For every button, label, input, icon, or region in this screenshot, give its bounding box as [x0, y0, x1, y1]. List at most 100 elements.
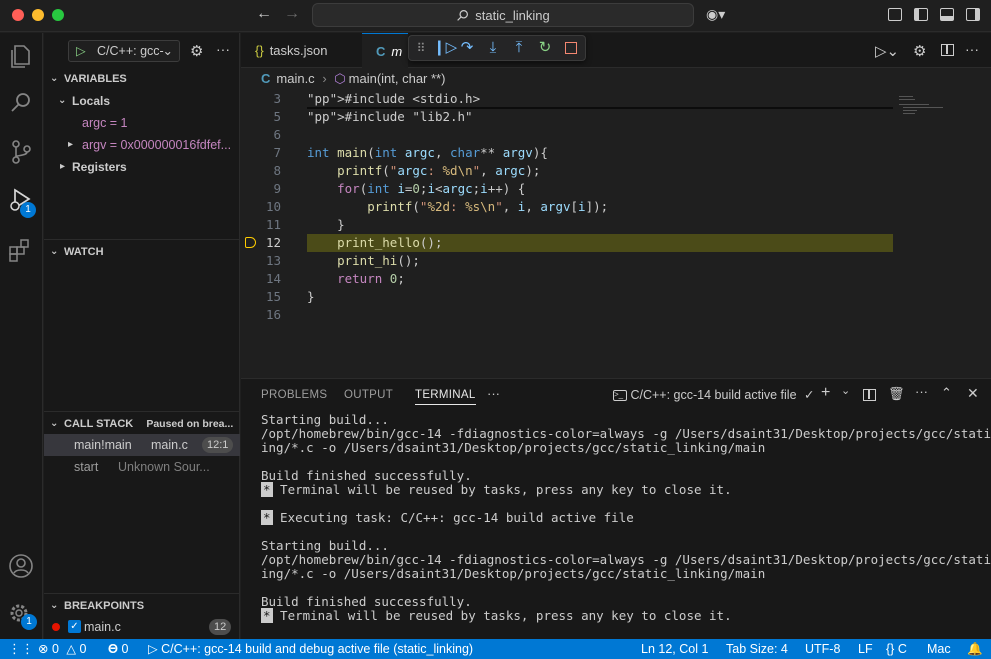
- minimap[interactable]: [895, 92, 943, 122]
- manage-gear-icon[interactable]: 1: [6, 598, 37, 630]
- breakpoint-checkbox[interactable]: ✓: [68, 620, 81, 633]
- frame-name: start: [74, 460, 99, 474]
- callstack-section-header[interactable]: ⌄ CALL STACK Paused on brea...: [44, 413, 240, 435]
- code-line[interactable]: 12 print_hello();: [245, 234, 893, 252]
- code-line[interactable]: 5 "pp">#include "lib2.h": [241, 108, 893, 126]
- split-terminal-icon[interactable]: [863, 389, 876, 401]
- forward-arrow-icon[interactable]: →: [284, 5, 300, 23]
- chevron-down-icon[interactable]: ⌄: [841, 384, 850, 397]
- ports-status[interactable]: 𝚯 0: [108, 639, 128, 659]
- terminal-selector[interactable]: >_ C/C++: gcc-14 build active file ✓: [613, 387, 815, 402]
- step-into-icon[interactable]: ⤓: [485, 40, 501, 56]
- continue-icon[interactable]: ❙▷: [433, 40, 457, 56]
- more-tabs-icon[interactable]: ···: [487, 386, 500, 401]
- code-line[interactable]: 6: [241, 126, 893, 144]
- line-ending[interactable]: LF: [858, 639, 873, 659]
- platform[interactable]: Mac: [927, 639, 951, 659]
- source-control-icon[interactable]: [6, 137, 36, 167]
- stack-frame[interactable]: main!main main.c 12:1: [44, 434, 240, 456]
- more-actions-icon[interactable]: ···: [915, 384, 928, 399]
- code-line[interactable]: 11 }: [241, 216, 893, 234]
- explorer-icon[interactable]: [6, 41, 36, 71]
- terminal-name: C/C++: gcc-14 build active file: [630, 388, 797, 402]
- new-terminal-icon[interactable]: +: [821, 384, 830, 402]
- drag-handle-icon[interactable]: ⠿: [413, 40, 429, 56]
- breakpoints-section-header[interactable]: ⌄ BREAKPOINTS: [44, 595, 240, 617]
- stop-icon[interactable]: [565, 42, 577, 54]
- window-minimize-button[interactable]: [32, 9, 44, 21]
- divider: [44, 411, 240, 412]
- maximize-panel-icon[interactable]: ⌃: [941, 385, 952, 401]
- toggle-primary-sidebar-icon[interactable]: [914, 8, 928, 21]
- window-maximize-button[interactable]: [52, 9, 64, 21]
- code-editor[interactable]: 3 "pp">#include <stdio.h> 5 "pp">#include "…: [241, 90, 991, 377]
- registers-scope[interactable]: ▸ Registers: [44, 156, 240, 178]
- tab-size[interactable]: Tab Size: 4: [726, 639, 788, 659]
- line-number: 5: [273, 109, 281, 124]
- tab-terminal[interactable]: TERMINAL: [415, 389, 476, 405]
- divider: [44, 239, 240, 240]
- start-debugging-icon[interactable]: ▷: [76, 41, 86, 61]
- debug-settings-gear-icon[interactable]: ⚙: [190, 42, 203, 60]
- watch-section-header[interactable]: ⌄ WATCH: [44, 241, 240, 263]
- breadcrumb-file[interactable]: main.c: [276, 71, 314, 86]
- toggle-secondary-sidebar-icon[interactable]: [966, 8, 980, 21]
- trash-icon[interactable]: 🗑: [888, 386, 905, 402]
- run-dropdown-icon[interactable]: ▷⌄: [875, 42, 899, 60]
- debug-status[interactable]: ▷ C/C++: gcc-14 build and debug active f…: [148, 639, 473, 659]
- search-icon[interactable]: [6, 88, 36, 118]
- variable-argc[interactable]: argc = 1: [44, 112, 240, 134]
- breakpoint-item[interactable]: ✓ main.c 12: [44, 616, 240, 638]
- code-line[interactable]: 13 print_hi();: [241, 252, 893, 270]
- code-line[interactable]: 10 printf("%2d: %s\n", i, argv[i]);: [241, 198, 893, 216]
- code-line[interactable]: 14 return 0;: [241, 270, 893, 288]
- terminal-output[interactable]: Starting build.../opt/homebrew/bin/gcc-1…: [261, 413, 991, 623]
- problems-status[interactable]: ⊗ 0 △ 0: [38, 639, 86, 659]
- code-line[interactable]: 3 "pp">#include <stdio.h>: [241, 90, 893, 108]
- tab-tasks-json[interactable]: {} tasks.json: [241, 33, 361, 68]
- terminal-line: Build finished successfully.: [261, 468, 472, 483]
- extensions-icon[interactable]: [6, 235, 36, 265]
- line-number: 10: [265, 199, 281, 214]
- step-out-icon[interactable]: ⤒: [511, 40, 527, 56]
- accounts-icon[interactable]: [6, 551, 36, 581]
- toggle-panel-icon[interactable]: [940, 8, 954, 21]
- code-line[interactable]: 8 printf("argc: %d\n", argc);: [241, 162, 893, 180]
- chevron-right-icon: ▸: [68, 139, 74, 150]
- window-close-button[interactable]: [12, 9, 24, 21]
- breakpoint-dot-icon: [52, 623, 60, 631]
- more-actions-icon[interactable]: ···: [965, 41, 979, 57]
- command-center-search[interactable]: static_linking: [312, 3, 694, 27]
- more-actions-icon[interactable]: ···: [216, 41, 230, 57]
- code-line[interactable]: 15}: [241, 288, 893, 306]
- variables-section-header[interactable]: ⌄ VARIABLES: [44, 68, 240, 90]
- cursor-position[interactable]: Ln 12, Col 1: [641, 639, 708, 659]
- breadcrumb-symbol[interactable]: main(int, char **): [349, 71, 446, 86]
- tab-main-c[interactable]: Cm: [362, 33, 408, 68]
- split-editor-icon[interactable]: [941, 44, 954, 56]
- restart-icon[interactable]: ↻: [537, 40, 553, 56]
- language-mode[interactable]: {} C: [886, 639, 907, 659]
- customize-layout-icon[interactable]: [888, 8, 902, 21]
- remote-indicator-icon[interactable]: ⋮⋮: [8, 639, 34, 659]
- line-number: 8: [273, 163, 281, 178]
- error-count: 0: [51, 642, 59, 656]
- variable-argv[interactable]: ▸ argv = 0x000000016fdfef...: [44, 134, 240, 156]
- stack-frame[interactable]: start Unknown Sour...: [44, 456, 240, 478]
- locals-scope[interactable]: ⌄ Locals: [44, 90, 240, 112]
- settings-gear-icon[interactable]: ⚙: [913, 42, 926, 60]
- tab-problems[interactable]: PROBLEMS: [261, 389, 327, 401]
- launch-config-select[interactable]: ▷ C/C++: gcc- ⌄: [68, 40, 180, 62]
- code-line[interactable]: 9 for(int i=0;i<argc;i++) {: [241, 180, 893, 198]
- line-code: printf("argc: %d\n", argc);: [337, 163, 541, 178]
- notifications-bell-icon[interactable]: 🔔: [967, 639, 983, 659]
- back-arrow-icon[interactable]: ←: [256, 5, 272, 23]
- code-line[interactable]: 16: [241, 306, 893, 324]
- close-panel-icon[interactable]: ✕: [967, 385, 979, 402]
- tab-output[interactable]: OUTPUT: [344, 389, 393, 401]
- run-and-debug-icon[interactable]: 1: [6, 186, 36, 218]
- step-over-icon[interactable]: ↷: [459, 40, 475, 56]
- encoding[interactable]: UTF-8: [805, 639, 840, 659]
- code-line[interactable]: 7 int main(int argc, char** argv){: [241, 144, 893, 162]
- copilot-icon[interactable]: ◉▾: [706, 6, 725, 23]
